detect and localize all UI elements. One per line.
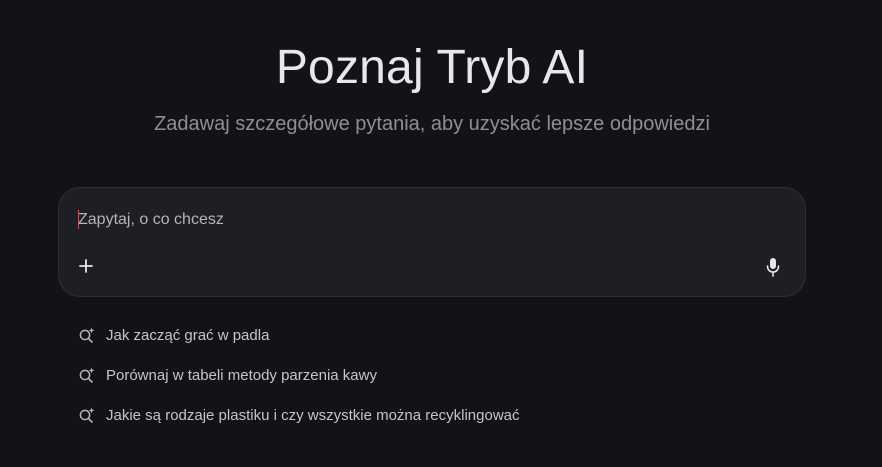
ask-input[interactable] <box>78 207 738 233</box>
suggestion-label: Jak zacząć grać w padla <box>106 326 270 344</box>
search-sparkle-icon <box>78 326 96 344</box>
ask-box <box>58 187 806 297</box>
search-sparkle-icon <box>78 366 96 384</box>
suggestion-list: Jak zacząć grać w padla Porównaj w tabel… <box>78 322 520 442</box>
microphone-icon <box>766 258 780 277</box>
add-attachment-button[interactable] <box>73 253 99 279</box>
page-subtitle: Zadawaj szczegółowe pytania, aby uzyskać… <box>154 113 710 135</box>
plus-icon <box>79 259 93 273</box>
suggestion-item[interactable]: Porównaj w tabeli metody parzenia kawy <box>78 362 520 388</box>
search-sparkle-icon <box>78 406 96 424</box>
ai-mode-page: Poznaj Tryb AI Zadawaj szczegółowe pytan… <box>0 0 882 467</box>
suggestion-item[interactable]: Jak zacząć grać w padla <box>78 322 520 348</box>
voice-input-button[interactable] <box>761 254 785 280</box>
suggestion-label: Porównaj w tabeli metody parzenia kawy <box>106 366 377 384</box>
suggestion-label: Jakie są rodzaje plastiku i czy wszystki… <box>106 406 520 424</box>
suggestion-item[interactable]: Jakie są rodzaje plastiku i czy wszystki… <box>78 402 520 428</box>
page-title: Poznaj Tryb AI <box>275 41 589 94</box>
text-caret <box>78 210 79 229</box>
